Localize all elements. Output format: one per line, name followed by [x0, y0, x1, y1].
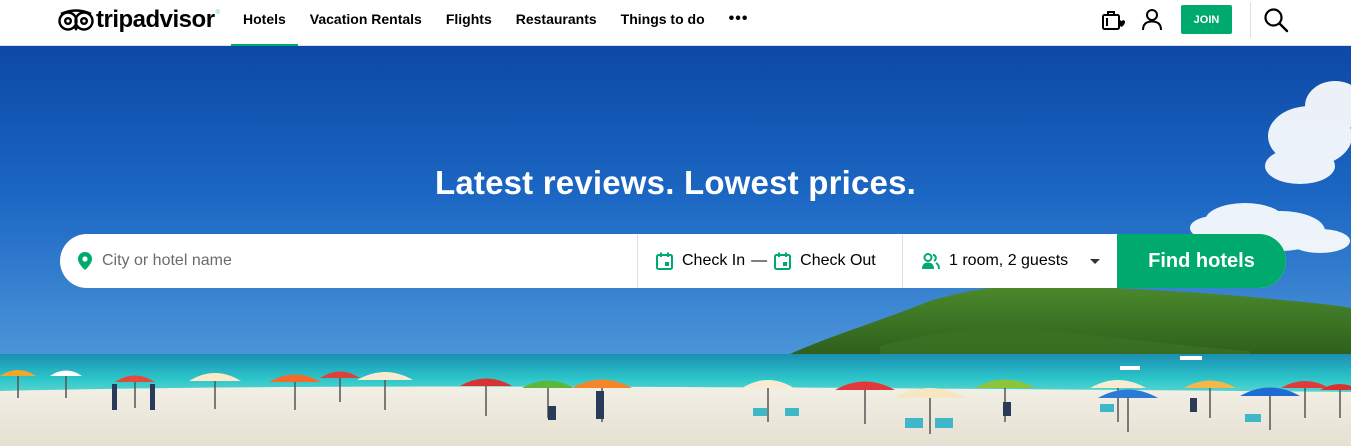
hero-banner: Latest reviews. Lowest prices. Check In … [0, 46, 1351, 446]
nav-more-button[interactable]: ••• [717, 0, 761, 46]
logo-wordmark: tripadvisor [96, 6, 215, 33]
registered-mark: ® [215, 10, 220, 16]
check-in-label: Check In [682, 252, 746, 269]
nav-things-to-do[interactable]: Things to do [609, 0, 717, 46]
guests-label: 1 room, 2 guests [949, 252, 1069, 269]
top-header: tripadvisor ® Hotels Vacation Rentals Fl… [0, 0, 1351, 46]
location-pin-icon [78, 252, 92, 270]
nav-flights[interactable]: Flights [434, 0, 504, 46]
destination-input[interactable] [102, 252, 542, 270]
find-hotels-button[interactable]: Find hotels [1117, 234, 1286, 288]
join-button[interactable]: JOIN [1181, 5, 1232, 34]
hotel-search-bar: Check In — Check Out 1 room, 2 guests [60, 234, 1286, 288]
nav-restaurants[interactable]: Restaurants [504, 0, 609, 46]
guests-selector[interactable]: 1 room, 2 guests [903, 234, 1117, 288]
tripadvisor-logo[interactable]: tripadvisor ® [58, 6, 220, 34]
user-icon[interactable] [1141, 8, 1163, 31]
owl-eyes-logo-icon [58, 9, 94, 31]
nav-vacation-rentals[interactable]: Vacation Rentals [298, 0, 434, 46]
suitcase-heart-icon[interactable] [1101, 9, 1125, 31]
check-out-label: Check Out [800, 252, 876, 269]
search-icon[interactable] [1263, 7, 1289, 33]
check-out-field[interactable]: Check Out [774, 252, 876, 270]
date-range: Check In — Check Out [638, 234, 903, 288]
header-divider [1250, 2, 1251, 38]
calendar-icon [774, 252, 792, 270]
date-separator: — [751, 252, 768, 269]
main-nav: Hotels Vacation Rentals Flights Restaura… [231, 0, 760, 46]
destination-field[interactable] [60, 234, 638, 288]
chevron-down-icon [1090, 258, 1101, 264]
hero-title: Latest reviews. Lowest prices. [434, 164, 917, 201]
guests-icon [922, 252, 940, 269]
check-in-field[interactable]: Check In [656, 252, 745, 270]
nav-hotels[interactable]: Hotels [231, 0, 298, 46]
calendar-icon [656, 252, 673, 270]
